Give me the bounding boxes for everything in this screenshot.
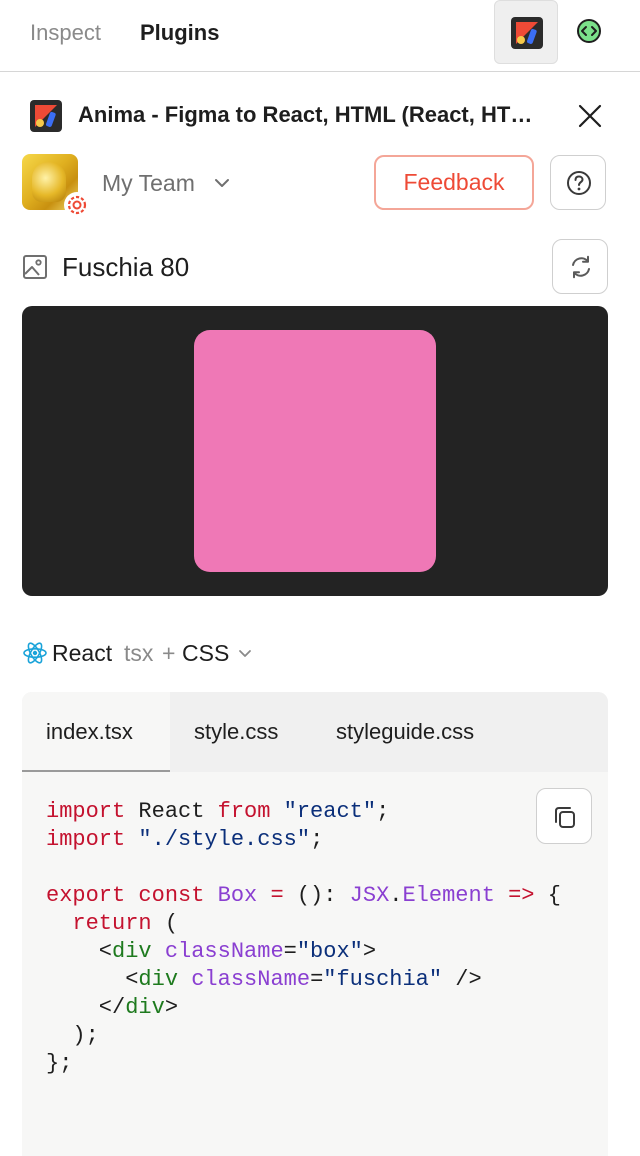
anima-logo-icon	[30, 100, 62, 132]
code-token: div	[112, 939, 152, 964]
code-line: return (	[46, 910, 561, 938]
react-icon	[23, 642, 47, 664]
code-line: <div className="fuschia" />	[46, 966, 561, 994]
code-token: (	[151, 911, 179, 936]
code-line: import "./style.css";	[46, 826, 561, 854]
code-token: div	[138, 967, 179, 992]
code-line: );	[46, 1022, 561, 1050]
frame-name: Fuschia 80	[62, 252, 190, 282]
chevron-down-icon[interactable]	[214, 176, 230, 190]
code-token: {	[534, 883, 561, 908]
code-token: from	[217, 799, 271, 824]
plugin-header: Anima - Figma to React, HTML (React, HTM…	[0, 74, 640, 154]
tab-styleguide-css[interactable]: styleguide.css	[312, 692, 498, 772]
code-brackets-icon	[577, 19, 601, 43]
anima-logo-icon	[511, 17, 543, 49]
framework-name: React	[52, 640, 113, 666]
image-icon	[23, 255, 47, 279]
code-token: div	[125, 995, 165, 1020]
code-line: import React from "react";	[46, 798, 561, 826]
code-token: export	[46, 883, 126, 908]
team-selector[interactable]: My Team	[102, 168, 195, 198]
feedback-button[interactable]: Feedback	[374, 155, 534, 210]
code-line: <div className="box">	[46, 938, 561, 966]
frame-preview	[22, 306, 608, 596]
code-token: import	[46, 799, 126, 824]
help-button[interactable]	[550, 155, 606, 210]
plugin-toggle-button[interactable]	[494, 0, 558, 64]
close-icon[interactable]	[572, 98, 608, 134]
plugin-title: Anima - Figma to React, HTML (React, HTM…	[78, 102, 548, 127]
code-line: </div>	[46, 994, 561, 1022]
code-token: Element	[402, 883, 495, 908]
code-line: export const Box = (): JSX.Element => {	[46, 882, 561, 910]
code-token: JSX	[349, 883, 390, 908]
top-bar: Inspect Plugins	[0, 0, 640, 72]
code-token: </	[46, 995, 126, 1020]
code-panel: index.tsx style.css styleguide.css impor…	[22, 692, 608, 1156]
code-token: =	[283, 939, 297, 964]
framework-plus: +	[162, 640, 176, 666]
code-token: const	[138, 883, 205, 908]
code-token: <	[46, 939, 113, 964]
gear-icon[interactable]	[64, 192, 90, 218]
code-tabs: index.tsx style.css styleguide.css	[22, 692, 608, 772]
sync-button[interactable]	[552, 239, 608, 294]
preview-shape	[194, 330, 436, 572]
code-token: return	[72, 911, 152, 936]
code-token: "react"	[283, 799, 377, 824]
framework-variant: tsx	[124, 640, 154, 666]
tab-style-css[interactable]: style.css	[170, 692, 302, 772]
code-token: ;	[310, 827, 324, 852]
code-token: className	[191, 967, 311, 992]
code-token: className	[164, 939, 284, 964]
code-token: >	[362, 939, 377, 964]
code-token: "fuschia"	[323, 967, 443, 992]
sync-icon	[572, 255, 590, 279]
code-token: =	[310, 967, 324, 992]
code-token: "box"	[296, 939, 363, 964]
code-token: />	[442, 967, 482, 992]
code-token: );	[46, 1023, 99, 1048]
code-token: Box	[217, 883, 258, 908]
code-token: "./style.css"	[138, 827, 311, 852]
dev-mode-button[interactable]	[574, 14, 606, 50]
code-token: ():	[283, 883, 350, 908]
framework-styling: CSS	[182, 640, 230, 666]
avatar-image	[32, 162, 66, 202]
tab-plugins[interactable]: Plugins	[140, 18, 219, 48]
code-token: ;	[376, 799, 390, 824]
code-token: };	[46, 1051, 73, 1076]
code-token: <	[46, 967, 139, 992]
code-token: =	[270, 883, 284, 908]
code-token: import	[46, 827, 126, 852]
code-line: };	[46, 1050, 561, 1078]
code-token: >	[164, 995, 179, 1020]
tab-inspect[interactable]: Inspect	[30, 18, 101, 48]
tab-index-tsx[interactable]: index.tsx	[22, 692, 170, 772]
code-token: =>	[508, 883, 535, 908]
team-avatar[interactable]	[22, 154, 90, 218]
code-block: import React from "react"; import "./styl…	[46, 798, 561, 1078]
code-token: .	[389, 883, 403, 908]
code-token: React	[125, 799, 218, 824]
chevron-down-icon	[239, 650, 251, 657]
question-circle-icon	[567, 171, 591, 195]
